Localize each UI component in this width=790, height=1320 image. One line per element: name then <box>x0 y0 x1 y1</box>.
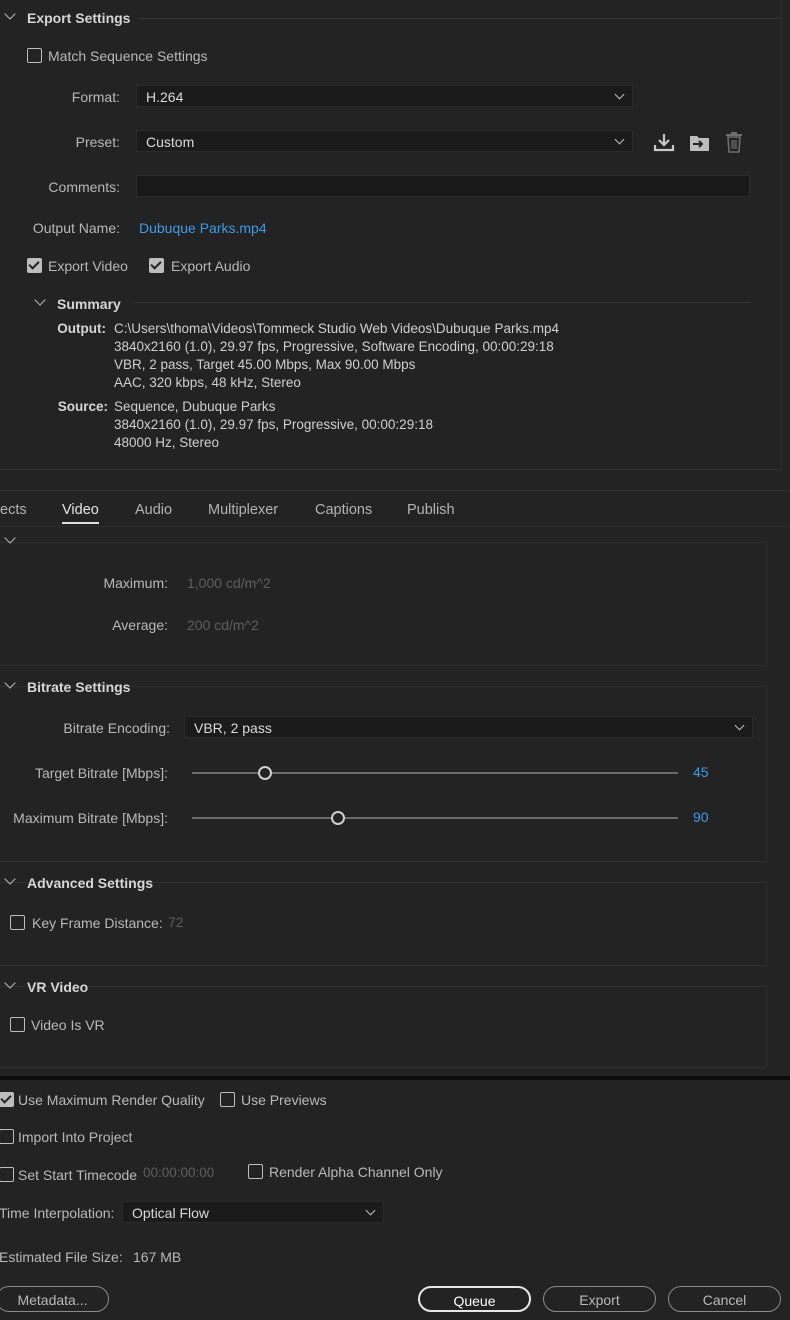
tab-bar-divider <box>0 526 790 527</box>
start-timecode-value[interactable]: 00:00:00:00 <box>143 1165 214 1180</box>
max-bitrate-slider[interactable] <box>192 817 678 819</box>
hdr-maximum-label: Maximum: <box>103 575 168 591</box>
target-bitrate-value[interactable]: 45 <box>693 764 709 780</box>
summary-source-line: Sequence, Dubuque Parks <box>114 399 276 414</box>
key-frame-distance-value[interactable]: 72 <box>168 914 184 930</box>
tab-captions[interactable]: Captions <box>315 502 372 518</box>
save-preset-icon[interactable] <box>653 131 675 153</box>
format-value: H.264 <box>146 89 184 105</box>
hdr-average-label: Average: <box>112 617 168 633</box>
export-audio-label[interactable]: Export Audio <box>171 258 250 274</box>
preset-label: Preset: <box>75 134 120 150</box>
max-bitrate-value[interactable]: 90 <box>693 809 709 825</box>
video-is-vr-label[interactable]: Video Is VR <box>31 1017 105 1033</box>
metadata-button[interactable]: Metadata... <box>0 1286 109 1312</box>
time-interpolation-dropdown[interactable]: Optical Flow <box>122 1201 384 1223</box>
preset-dropdown[interactable]: Custom <box>136 130 633 152</box>
use-previews-checkbox[interactable] <box>220 1092 235 1107</box>
chevron-down-icon <box>614 134 625 145</box>
export-button[interactable]: Export <box>543 1286 656 1312</box>
summary-output-lines: C:\Users\thoma\Videos\Tommeck Studio Web… <box>114 320 754 392</box>
bitrate-encoding-dropdown[interactable]: VBR, 2 pass <box>184 716 753 738</box>
vr-title: VR Video <box>27 979 89 995</box>
export-settings-title: Export Settings <box>27 10 131 26</box>
max-render-quality-checkbox[interactable] <box>0 1092 14 1107</box>
vr-panel <box>0 986 767 1068</box>
output-name-link[interactable]: Dubuque Parks.mp4 <box>139 220 267 236</box>
header-divider <box>138 18 780 19</box>
time-interpolation-label: Time Interpolation: <box>0 1205 115 1221</box>
set-start-timecode-checkbox[interactable] <box>0 1167 14 1182</box>
match-sequence-label[interactable]: Match Sequence Settings <box>48 48 208 64</box>
bitrate-title: Bitrate Settings <box>27 679 131 695</box>
hdr-maximum-value: 1,000 cd/m^2 <box>187 575 271 591</box>
queue-button[interactable]: Queue <box>418 1286 531 1312</box>
match-sequence-checkbox[interactable] <box>27 48 42 63</box>
use-previews-label[interactable]: Use Previews <box>241 1092 327 1108</box>
section-divider <box>0 1076 790 1080</box>
chevron-down-icon <box>365 1205 376 1216</box>
summary-source-key: Source: <box>57 399 108 414</box>
tab-multiplexer[interactable]: Multiplexer <box>208 502 278 518</box>
key-frame-distance-label[interactable]: Key Frame Distance: <box>32 915 163 931</box>
summary-output-line: VBR, 2 pass, Target 45.00 Mbps, Max 90.0… <box>114 357 416 372</box>
tab-audio[interactable]: Audio <box>135 502 172 518</box>
export-video-checkbox[interactable] <box>27 258 42 273</box>
summary-output-line: C:\Users\thoma\Videos\Tommeck Studio Web… <box>114 321 559 336</box>
chevron-down-icon <box>734 720 745 731</box>
summary-divider <box>135 302 751 303</box>
comments-label: Comments: <box>48 179 120 195</box>
summary-output-line: AAC, 320 kbps, 48 kHz, Stereo <box>114 375 301 390</box>
import-preset-icon[interactable] <box>688 132 712 154</box>
tab-publish[interactable]: Publish <box>407 502 455 518</box>
render-alpha-label[interactable]: Render Alpha Channel Only <box>269 1164 443 1180</box>
render-alpha-checkbox[interactable] <box>248 1164 263 1179</box>
max-bitrate-label: Maximum Bitrate [Mbps]: <box>13 810 168 826</box>
chevron-down-icon <box>614 89 625 100</box>
summary-source-line: 48000 Hz, Stereo <box>114 435 220 450</box>
hdr-panel <box>0 542 767 666</box>
set-start-timecode-label[interactable]: Set Start Timecode <box>18 1167 137 1183</box>
estimated-file-size-label: Estimated File Size: <box>0 1249 123 1265</box>
summary-output-key: Output: <box>57 321 106 336</box>
summary-source-lines: Sequence, Dubuque Parks 3840x2160 (1.0),… <box>114 398 754 452</box>
key-frame-distance-checkbox[interactable] <box>10 915 25 930</box>
summary-output-line: 3840x2160 (1.0), 29.97 fps, Progressive,… <box>114 339 554 354</box>
import-into-project-label[interactable]: Import Into Project <box>18 1129 132 1145</box>
video-is-vr-checkbox[interactable] <box>10 1017 25 1032</box>
format-label: Format: <box>71 89 120 105</box>
bitrate-encoding-value: VBR, 2 pass <box>194 720 272 736</box>
bitrate-encoding-label: Bitrate Encoding: <box>63 720 170 736</box>
time-interpolation-value: Optical Flow <box>132 1205 210 1221</box>
target-bitrate-label: Target Bitrate [Mbps]: <box>34 765 168 781</box>
output-name-label: Output Name: <box>32 220 120 236</box>
max-bitrate-knob[interactable] <box>330 811 345 825</box>
target-bitrate-knob[interactable] <box>257 766 272 780</box>
advanced-title: Advanced Settings <box>27 875 154 891</box>
hdr-average-value: 200 cd/m^2 <box>187 617 259 633</box>
format-dropdown[interactable]: H.264 <box>136 85 633 107</box>
export-audio-checkbox[interactable] <box>149 258 164 273</box>
estimated-file-size-value: 167 MB <box>133 1249 182 1265</box>
tab-effects[interactable]: ects <box>0 502 27 518</box>
import-into-project-checkbox[interactable] <box>0 1129 14 1144</box>
summary-source-line: 3840x2160 (1.0), 29.97 fps, Progressive,… <box>114 417 433 432</box>
tab-bar <box>0 490 790 491</box>
delete-preset-icon[interactable] <box>724 131 744 153</box>
export-video-label[interactable]: Export Video <box>48 258 128 274</box>
tab-video[interactable]: Video <box>62 502 99 524</box>
max-render-quality-label[interactable]: Use Maximum Render Quality <box>18 1092 205 1108</box>
preset-value: Custom <box>146 134 195 150</box>
summary-title: Summary <box>57 296 121 312</box>
comments-input[interactable] <box>136 175 750 197</box>
cancel-button[interactable]: Cancel <box>668 1286 781 1312</box>
